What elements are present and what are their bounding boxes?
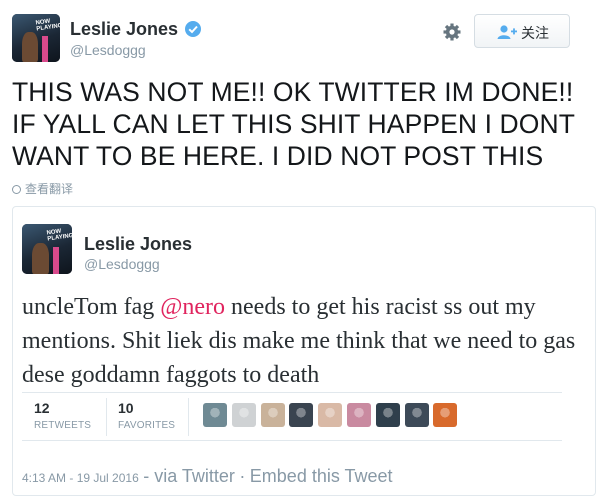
favorites-stat[interactable]: 10 FAVORITES bbox=[118, 400, 175, 431]
embedded-author-avatar[interactable]: NOW PLAYING bbox=[22, 224, 72, 274]
favorites-count: 10 bbox=[118, 400, 134, 416]
tweet-footer: 4:13 AM - 19 Jul 2016 - via Twitter · Em… bbox=[22, 466, 393, 487]
stat-divider bbox=[188, 398, 189, 436]
tweet-line: WANT TO BE HERE. I DID NOT POST THIS bbox=[12, 141, 544, 171]
favoriter-avatar[interactable] bbox=[260, 403, 285, 427]
tweet-line: IF YALL CAN LET THIS SHIT HAPPEN I DONT bbox=[12, 109, 576, 139]
avatar-figure bbox=[32, 243, 49, 274]
translate-link[interactable]: 查看翻译 bbox=[12, 180, 73, 197]
favoriter-avatar[interactable] bbox=[203, 403, 227, 427]
follow-button[interactable]: 关注 bbox=[474, 14, 570, 48]
favoriter-avatar[interactable] bbox=[318, 403, 343, 427]
footer-separator: · bbox=[239, 466, 246, 486]
stat-divider bbox=[106, 398, 107, 436]
favoriter-avatar[interactable] bbox=[231, 403, 256, 427]
retweets-label: RETWEETS bbox=[34, 420, 92, 431]
stats-bottom-divider bbox=[22, 440, 562, 441]
globe-icon bbox=[12, 185, 21, 194]
embedded-author-handle[interactable]: @Lesdoggg bbox=[84, 256, 160, 272]
favorites-label: FAVORITES bbox=[118, 420, 176, 431]
stats-top-divider bbox=[22, 392, 562, 393]
mention-link[interactable]: @nero bbox=[160, 294, 225, 320]
embedded-tweet-text: uncleTom fag @nero needs to get his raci… bbox=[22, 290, 582, 392]
embedded-author-name[interactable]: Leslie Jones bbox=[84, 234, 192, 255]
avatar-figure bbox=[22, 32, 38, 62]
verified-icon bbox=[185, 21, 201, 37]
avatar-stripe bbox=[53, 247, 59, 274]
timestamp[interactable]: 4:13 AM - 19 Jul 2016 bbox=[22, 471, 139, 485]
favoriter-avatar[interactable] bbox=[404, 403, 429, 427]
favoriter-avatar[interactable] bbox=[433, 403, 458, 427]
via-label: - via Twitter bbox=[143, 466, 235, 486]
tweet-text: THIS WAS NOT ME!! OK TWITTER IM DONE!! I… bbox=[12, 76, 592, 172]
favoriter-avatar[interactable] bbox=[289, 403, 314, 427]
follow-label: 关注 bbox=[521, 25, 549, 41]
retweets-stat[interactable]: 12 RETWEETS bbox=[34, 400, 91, 431]
avatar-stripe bbox=[42, 36, 48, 62]
favoriter-avatar[interactable] bbox=[375, 403, 400, 427]
tweet-line: THIS WAS NOT ME!! OK TWITTER IM DONE!! bbox=[12, 77, 574, 107]
gear-icon[interactable] bbox=[442, 22, 462, 42]
favoriter-avatar[interactable] bbox=[347, 403, 371, 427]
retweets-count: 12 bbox=[34, 400, 50, 416]
author-name[interactable]: Leslie Jones bbox=[70, 19, 178, 40]
add-user-icon bbox=[497, 25, 517, 39]
text-before-mention: uncleTom fag bbox=[22, 294, 161, 320]
translate-label: 查看翻译 bbox=[25, 182, 74, 196]
author-handle[interactable]: @Lesdoggg bbox=[70, 42, 146, 58]
embed-link[interactable]: Embed this Tweet bbox=[250, 466, 393, 486]
author-avatar[interactable]: NOW PLAYING bbox=[12, 14, 60, 62]
